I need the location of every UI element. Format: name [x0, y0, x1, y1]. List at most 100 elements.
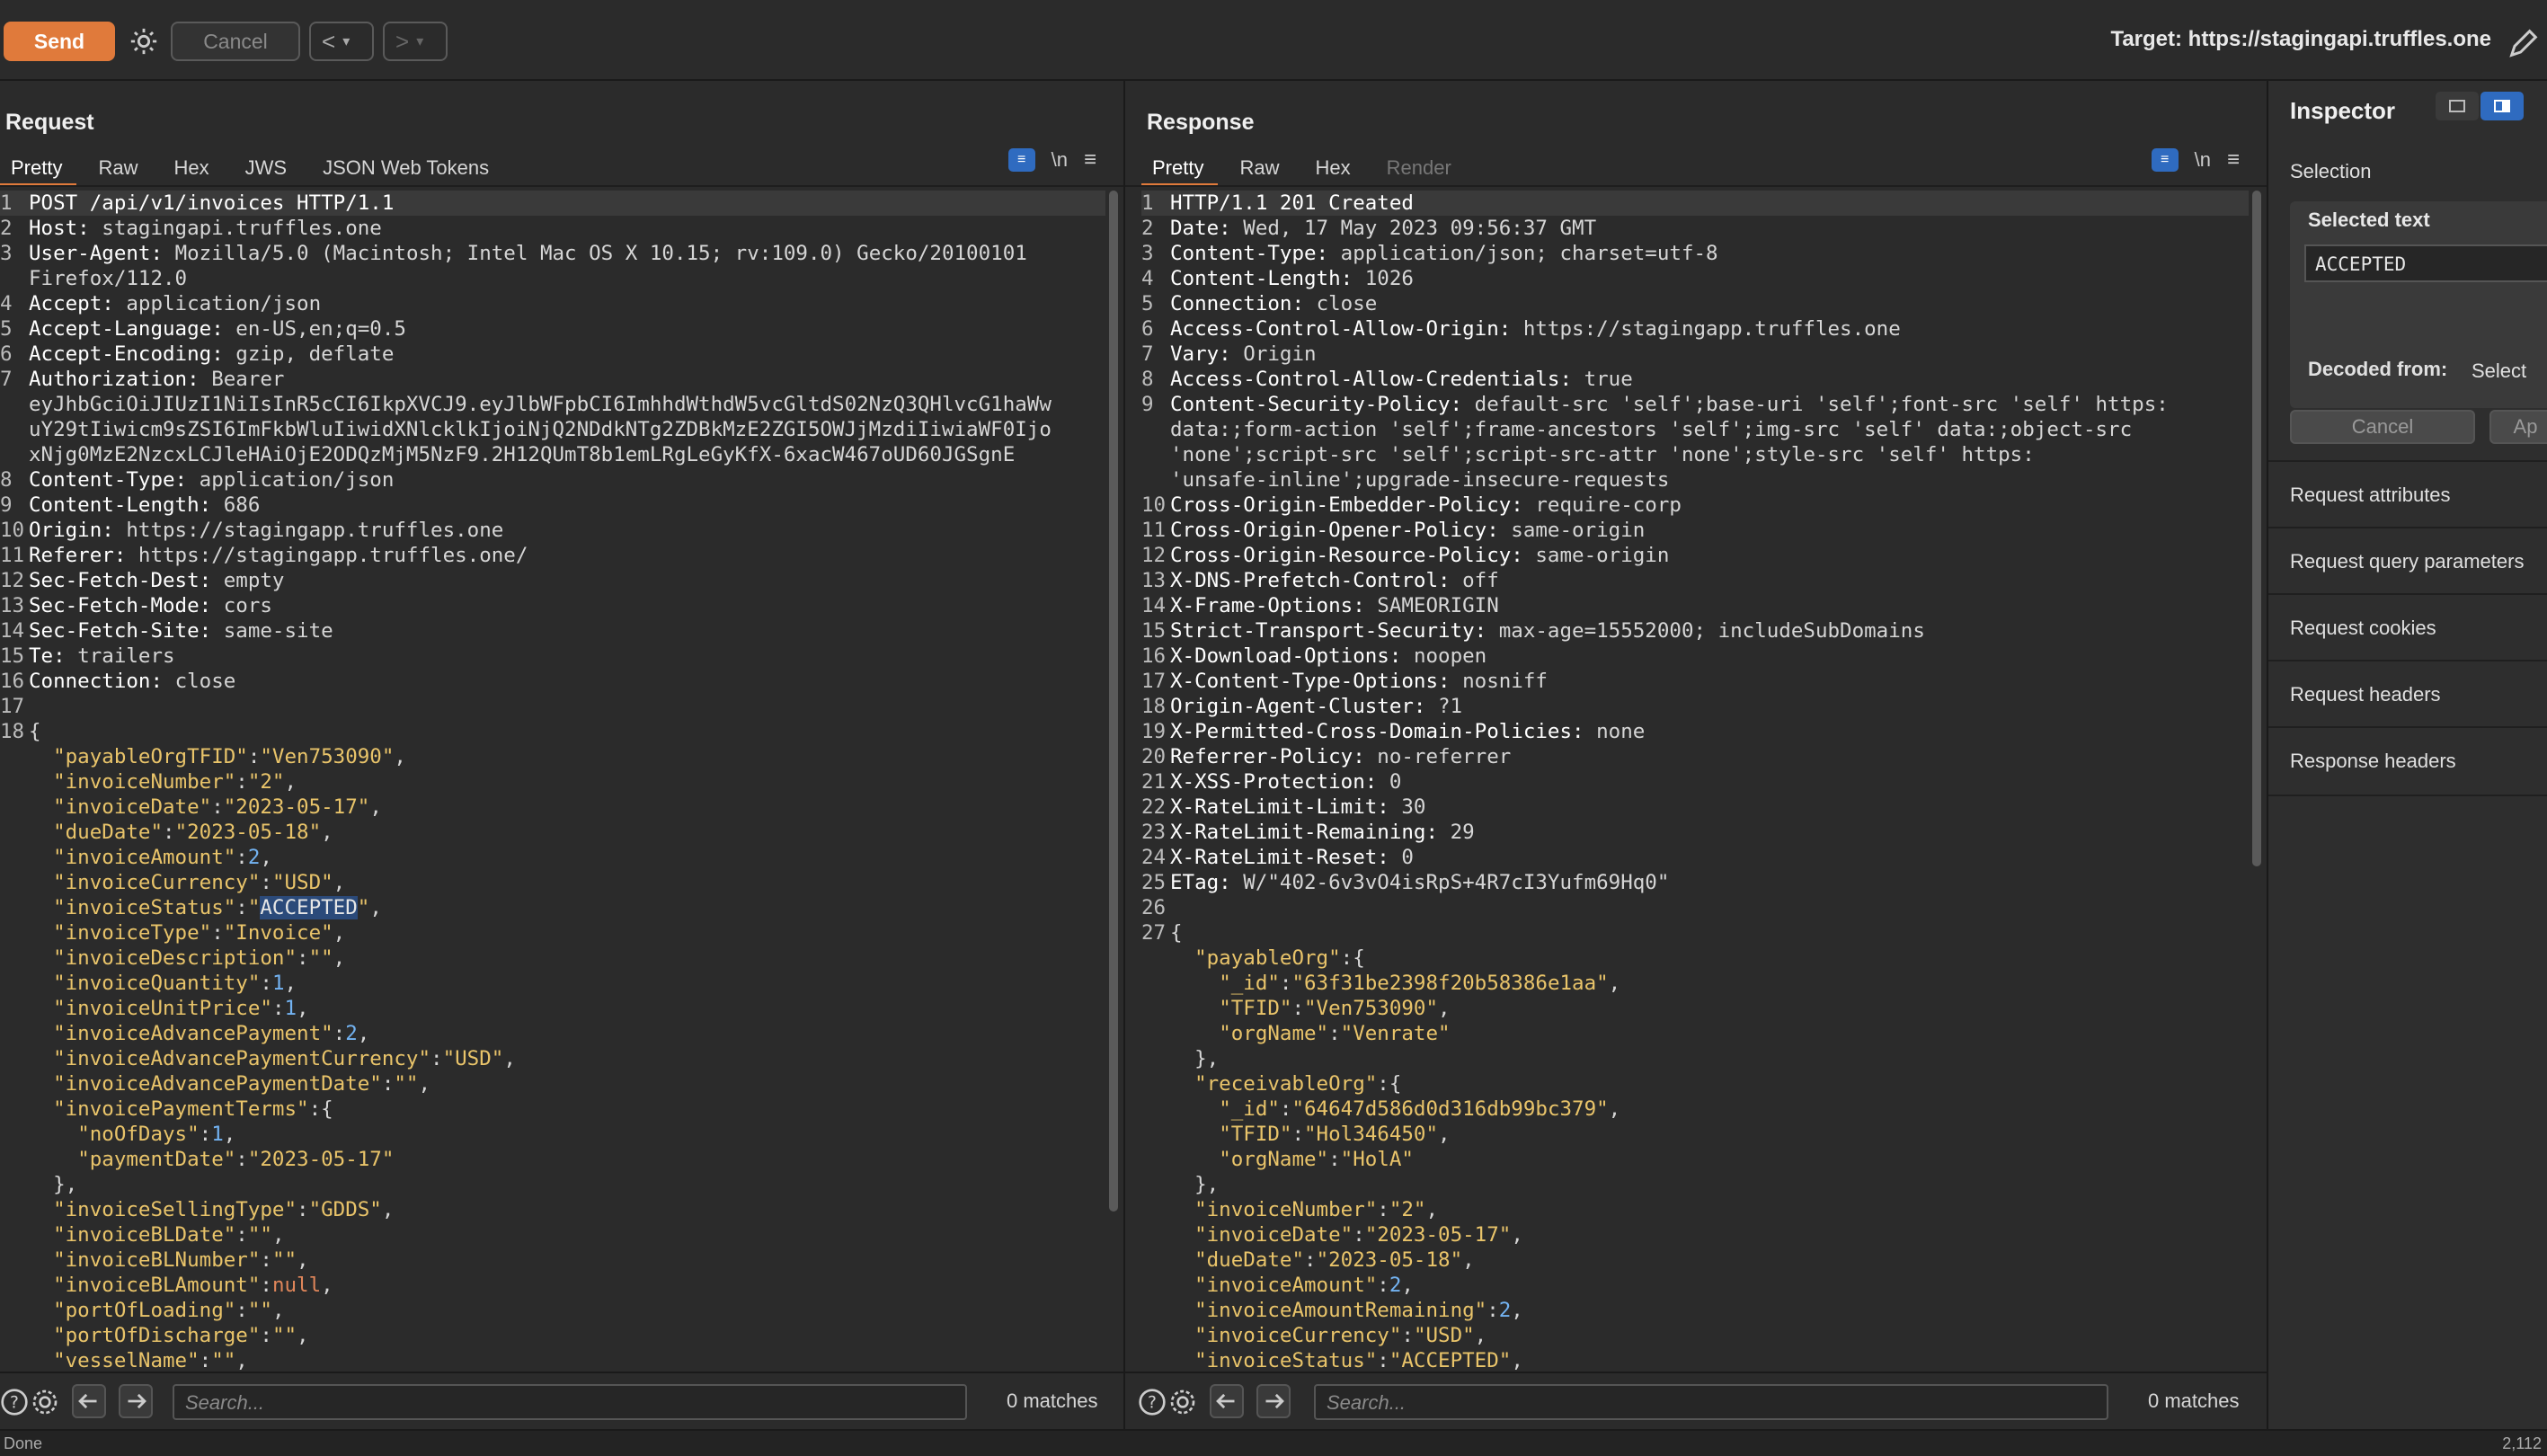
tab-json-web-tokens[interactable]: JSON Web Tokens: [312, 151, 514, 183]
code-line[interactable]: },: [0, 1172, 1105, 1197]
code-line[interactable]: 11 Referer: https://stagingapp.truffles.o…: [0, 543, 1105, 568]
inspector-apply-button[interactable]: Ap: [2489, 410, 2547, 444]
code-line[interactable]: 12 Cross-Origin-Resource-Policy: same-ori…: [1141, 543, 2249, 568]
code-line[interactable]: "vesselName":"",: [0, 1348, 1105, 1373]
code-line[interactable]: eyJhbGciOiJIUzI1NiIsInR5cCI6IkpXVCJ9.eyJ…: [0, 392, 1105, 417]
code-line[interactable]: uY29tIiwicm9sZSI6ImFkbWluIiwidXNlcklkIjo…: [0, 417, 1105, 442]
code-line[interactable]: "invoiceAdvancePayment":2,: [0, 1021, 1105, 1046]
tab-render[interactable]: Render: [1376, 151, 1477, 183]
code-line[interactable]: 21 X-XSS-Protection: 0: [1141, 769, 2249, 795]
code-line[interactable]: 19 X-Permitted-Cross-Domain-Policies: non…: [1141, 719, 2249, 744]
code-line[interactable]: "orgName":"HolA": [1141, 1147, 2249, 1172]
tab-raw[interactable]: Raw: [87, 151, 163, 183]
code-line[interactable]: 3 Content-Type: application/json; charset…: [1141, 241, 2249, 266]
search-settings-icon[interactable]: [31, 1388, 59, 1416]
code-line[interactable]: 24 X-RateLimit-Reset: 0: [1141, 845, 2249, 870]
word-wrap-icon[interactable]: ≡: [2151, 148, 2179, 172]
code-line[interactable]: 10 Origin: https://stagingapp.truffles.on…: [0, 518, 1105, 543]
section-request-cookies[interactable]: Request cookies: [2268, 593, 2547, 661]
code-line[interactable]: "receivableOrg":{: [1141, 1071, 2249, 1096]
code-line[interactable]: "portOfLoading":"",: [0, 1298, 1105, 1323]
decoded-from-select[interactable]: Select: [2463, 358, 2536, 385]
code-line[interactable]: "invoiceUnitPrice":1,: [0, 996, 1105, 1021]
inspector-layout-list-button[interactable]: [2436, 92, 2479, 120]
code-line[interactable]: 16 X-Download-Options: noopen: [1141, 644, 2249, 669]
code-line[interactable]: 6 Access-Control-Allow-Origin: https://st…: [1141, 316, 2249, 342]
code-line[interactable]: 22 X-RateLimit-Limit: 30: [1141, 795, 2249, 820]
code-line[interactable]: "_id":"64647d586d0d316db99bc379",: [1141, 1096, 2249, 1122]
code-line[interactable]: 5 Accept-Language: en-US,en;q=0.5: [0, 316, 1105, 342]
code-line[interactable]: "invoiceBLAmount":null,: [0, 1273, 1105, 1298]
code-line[interactable]: 'unsafe-inline';upgrade-insecure-request…: [1141, 467, 2249, 493]
code-line[interactable]: 9 Content-Security-Policy: default-src 's…: [1141, 392, 2249, 417]
code-line[interactable]: "_id":"63f31be2398f20b58386e1aa",: [1141, 971, 2249, 996]
show-newlines-button[interactable]: \n: [2195, 148, 2211, 172]
code-line[interactable]: 2 Host: stagingapi.truffles.one: [0, 216, 1105, 241]
search-previous-button[interactable]: [72, 1384, 106, 1418]
code-line[interactable]: "dueDate":"2023-05-18",: [0, 820, 1105, 845]
tab-raw[interactable]: Raw: [1229, 151, 1304, 183]
code-line[interactable]: 13 Sec-Fetch-Mode: cors: [0, 593, 1105, 618]
code-line[interactable]: "invoiceAdvancePaymentCurrency":"USD",: [0, 1046, 1105, 1071]
code-line[interactable]: "dueDate":"2023-05-18",: [1141, 1247, 2249, 1273]
code-line[interactable]: 4 Content-Length: 1026: [1141, 266, 2249, 291]
hamburger-menu-icon[interactable]: ≡: [1084, 147, 1096, 173]
inspector-cancel-button[interactable]: Cancel: [2290, 410, 2475, 444]
code-line[interactable]: "invoiceAmountRemaining":2,: [1141, 1298, 2249, 1323]
request-search-input[interactable]: Search...: [173, 1384, 967, 1420]
code-line[interactable]: 7 Vary: Origin: [1141, 342, 2249, 367]
code-line[interactable]: "invoiceAmount":2,: [0, 845, 1105, 870]
tab-pretty[interactable]: Pretty: [1141, 151, 1229, 187]
code-line[interactable]: "payableOrg":{: [1141, 946, 2249, 971]
code-line[interactable]: },: [1141, 1046, 2249, 1071]
code-line[interactable]: 17 X-Content-Type-Options: nosniff: [1141, 669, 2249, 694]
code-line[interactable]: 26: [1141, 895, 2249, 920]
section-request-headers[interactable]: Request headers: [2268, 660, 2547, 728]
selected-text-value[interactable]: ACCEPTED: [2304, 244, 2547, 282]
code-line[interactable]: 8 Content-Type: application/json: [0, 467, 1105, 493]
back-history-dropdown-icon[interactable]: ▾: [342, 32, 350, 50]
section-request-attributes[interactable]: Request attributes: [2268, 460, 2547, 528]
code-line[interactable]: data:;form-action 'self';frame-ancestors…: [1141, 417, 2249, 442]
code-line[interactable]: 17: [0, 694, 1105, 719]
code-line[interactable]: 15 Te: trailers: [0, 644, 1105, 669]
inspector-layout-split-button[interactable]: [2480, 92, 2524, 120]
request-editor[interactable]: 1 POST /api/v1/invoices HTTP/1.1 2 Host: st…: [0, 191, 1105, 1375]
code-line[interactable]: 18 Origin-Agent-Cluster: ?1: [1141, 694, 2249, 719]
code-line[interactable]: "invoiceStatus":"ACCEPTED",: [0, 895, 1105, 920]
code-line[interactable]: "invoiceCurrency":"USD",: [1141, 1323, 2249, 1348]
code-line[interactable]: xNjg0MzE2NzcxLCJleHAiOjE2ODQzMjM5NzF9.2H…: [0, 442, 1105, 467]
code-line[interactable]: 1 HTTP/1.1 201 Created: [1141, 191, 2249, 216]
search-settings-icon[interactable]: [1168, 1388, 1197, 1416]
code-line[interactable]: "invoiceNumber":"2",: [0, 769, 1105, 795]
code-line[interactable]: 14 Sec-Fetch-Site: same-site: [0, 618, 1105, 644]
tab-hex[interactable]: Hex: [163, 151, 234, 183]
code-line[interactable]: "invoiceDate":"2023-05-17",: [1141, 1222, 2249, 1247]
cancel-button[interactable]: Cancel: [171, 22, 300, 61]
response-search-input[interactable]: Search...: [1314, 1384, 2108, 1420]
code-line[interactable]: "invoiceStatus":"ACCEPTED",: [1141, 1348, 2249, 1373]
search-next-button[interactable]: [1256, 1384, 1291, 1418]
help-icon[interactable]: ?: [1138, 1388, 1167, 1416]
search-next-button[interactable]: [119, 1384, 153, 1418]
code-line[interactable]: Firefox/112.0: [0, 266, 1105, 291]
code-line[interactable]: 9 Content-Length: 686: [0, 493, 1105, 518]
code-line[interactable]: "invoicePaymentTerms":{: [0, 1096, 1105, 1122]
code-line[interactable]: "TFID":"Hol346450",: [1141, 1122, 2249, 1147]
code-line[interactable]: "invoiceBLDate":"",: [0, 1222, 1105, 1247]
code-line[interactable]: "noOfDays":1,: [0, 1122, 1105, 1147]
code-line[interactable]: 27{: [1141, 920, 2249, 946]
code-line[interactable]: 1 POST /api/v1/invoices HTTP/1.1: [0, 191, 1105, 216]
code-line[interactable]: "invoiceQuantity":1,: [0, 971, 1105, 996]
code-line[interactable]: 16 Connection: close: [0, 669, 1105, 694]
code-line[interactable]: 23 X-RateLimit-Remaining: 29: [1141, 820, 2249, 845]
code-line[interactable]: 11 Cross-Origin-Opener-Policy: same-origi…: [1141, 518, 2249, 543]
code-line[interactable]: "portOfDischarge":"",: [0, 1323, 1105, 1348]
code-line[interactable]: 2 Date: Wed, 17 May 2023 09:56:37 GMT: [1141, 216, 2249, 241]
word-wrap-icon[interactable]: ≡: [1007, 148, 1035, 172]
back-button[interactable]: < ▾: [309, 22, 374, 61]
help-icon[interactable]: ?: [0, 1388, 29, 1416]
search-previous-button[interactable]: [1210, 1384, 1244, 1418]
code-line[interactable]: 25 ETag: W/"402-6v3vO4isRpS+4R7cI3Yufm69H…: [1141, 870, 2249, 895]
code-line[interactable]: 4 Accept: application/json: [0, 291, 1105, 316]
